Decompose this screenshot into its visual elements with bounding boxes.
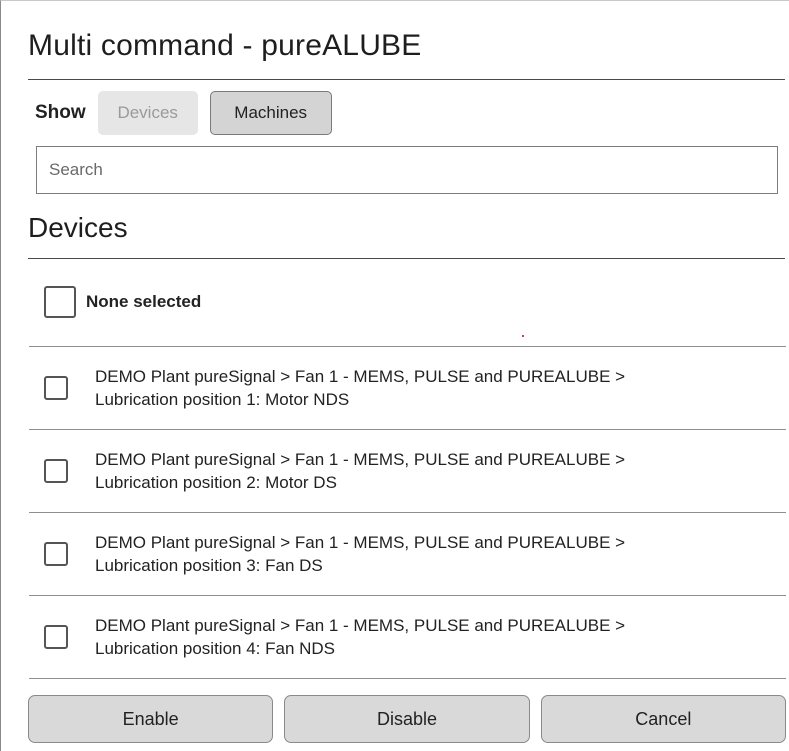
selection-status-label: None selected (86, 292, 202, 311)
device-list-item[interactable]: DEMO Plant pureSignal > Fan 1 - MEMS, PU… (29, 429, 786, 512)
cancel-button[interactable]: Cancel (540, 695, 786, 743)
device-checkbox[interactable] (44, 459, 68, 483)
enable-button[interactable]: Enable (28, 695, 274, 743)
select-all-toggle[interactable]: None selected (44, 286, 201, 318)
show-devices-button[interactable]: Devices (97, 91, 198, 135)
devices-heading: Devices (28, 212, 128, 243)
device-path-line1: DEMO Plant pureSignal > Fan 1 - MEMS, PU… (95, 367, 626, 386)
device-checkbox[interactable] (44, 625, 68, 649)
device-list-item[interactable]: DEMO Plant pureSignal > Fan 1 - MEMS, PU… (29, 595, 786, 679)
device-path-line1: DEMO Plant pureSignal > Fan 1 - MEMS, PU… (95, 616, 626, 635)
show-label: Show (35, 102, 86, 123)
dialog-title: Multi command - pureALUBE (28, 29, 422, 62)
devices-divider (28, 258, 785, 259)
search-input[interactable] (36, 146, 778, 194)
device-list-item[interactable]: DEMO Plant pureSignal > Fan 1 - MEMS, PU… (29, 346, 786, 429)
dialog-footer: Enable Disable Cancel (28, 695, 786, 743)
show-machines-button[interactable]: Machines (209, 91, 332, 135)
device-path-line1: DEMO Plant pureSignal > Fan 1 - MEMS, PU… (95, 450, 626, 469)
device-path: DEMO Plant pureSignal > Fan 1 - MEMS, PU… (95, 531, 625, 577)
device-path: DEMO Plant pureSignal > Fan 1 - MEMS, PU… (95, 448, 625, 494)
multi-command-dialog: Multi command - pureALUBE Show Devices M… (0, 0, 789, 751)
device-list: DEMO Plant pureSignal > Fan 1 - MEMS, PU… (29, 346, 786, 679)
show-filter-row: Show Devices Machines (35, 91, 344, 135)
device-path: DEMO Plant pureSignal > Fan 1 - MEMS, PU… (95, 614, 625, 660)
device-list-item[interactable]: DEMO Plant pureSignal > Fan 1 - MEMS, PU… (29, 512, 786, 595)
device-path-line2: Lubrication position 2: Motor DS (95, 473, 337, 492)
title-divider (28, 79, 785, 80)
select-all-checkbox[interactable] (44, 286, 76, 318)
disable-button[interactable]: Disable (284, 695, 530, 743)
device-checkbox[interactable] (44, 542, 68, 566)
device-path-line2: Lubrication position 1: Motor NDS (95, 390, 350, 409)
device-path-line2: Lubrication position 3: Fan DS (95, 556, 323, 575)
stray-pixel-mark (522, 335, 524, 337)
device-path-line2: Lubrication position 4: Fan NDS (95, 639, 336, 658)
device-path: DEMO Plant pureSignal > Fan 1 - MEMS, PU… (95, 365, 625, 411)
device-path-line1: DEMO Plant pureSignal > Fan 1 - MEMS, PU… (95, 533, 626, 552)
device-checkbox[interactable] (44, 376, 68, 400)
